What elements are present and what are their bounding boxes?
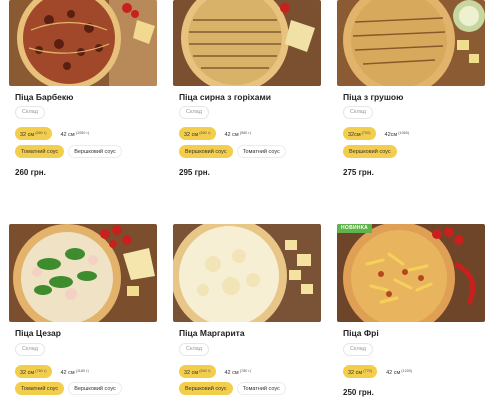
composition-button[interactable]: Склад — [179, 106, 209, 119]
product-price: 275 грн. — [343, 168, 374, 177]
size-selector: 32 см(540 г) 42 см(780 г) — [179, 365, 256, 378]
sauce-option-tomato[interactable]: Томатний соус — [236, 382, 286, 395]
size-option-42[interactable]: 42 см(1050 г) — [56, 127, 95, 140]
sauce-selector: Томатний соус Вершковий соус — [15, 145, 122, 158]
composition-button[interactable]: Склад — [343, 343, 373, 356]
product-photo-cheese-nuts[interactable] — [173, 0, 321, 86]
composition-button[interactable]: Склад — [343, 106, 373, 119]
product-card: Піца Цезар Склад 32 см(760 г) 42 см(1180… — [9, 224, 157, 400]
composition-button[interactable]: Склад — [15, 106, 45, 119]
size-option-42[interactable]: 42см(1060) — [380, 127, 415, 140]
size-option-32[interactable]: 32 см(660 г) — [179, 127, 216, 140]
product-title[interactable]: Піца Цезар — [15, 328, 61, 338]
size-selector: 32 см(660 г) 42 см(1050 г) — [15, 127, 94, 140]
new-badge: НОВИНКА — [337, 224, 373, 233]
product-title[interactable]: Піца сирна з горіхами — [179, 92, 271, 102]
sauce-option-tomato[interactable]: Томатний соус — [15, 145, 65, 158]
size-option-32[interactable]: 32 см(770) — [343, 365, 378, 378]
size-selector: 32см(700) 42см(1060) — [343, 127, 414, 140]
product-title[interactable]: Піца Маргарита — [179, 328, 245, 338]
product-photo-fri[interactable]: НОВИНКА — [337, 224, 485, 322]
product-card: Піца Барбекю Склад 32 см(660 г) 42 см(10… — [9, 0, 157, 190]
size-option-42[interactable]: 42 см(960 г) — [220, 127, 257, 140]
product-card: Піца Маргарита Склад 32 см(540 г) 42 см(… — [173, 224, 321, 400]
composition-button[interactable]: Склад — [179, 343, 209, 356]
product-photo-bbq[interactable] — [9, 0, 157, 86]
product-card: Піца сирна з горіхами Склад 32 см(660 г)… — [173, 0, 321, 190]
sauce-option-cream[interactable]: Вершковий соус — [68, 145, 122, 158]
product-title[interactable]: Піца Фрі — [343, 328, 379, 338]
sauce-option-tomato[interactable]: Томатний соус — [236, 145, 286, 158]
product-card: Піца з грушою Склад 32см(700) 42см(1060)… — [337, 0, 485, 190]
product-price: 260 грн. — [15, 168, 46, 177]
size-selector: 32 см(770) 42 см(1200) — [343, 365, 417, 378]
product-grid: Піца Барбекю Склад 32 см(660 г) 42 см(10… — [0, 0, 495, 400]
sauce-option-cream[interactable]: Вершковий соус — [68, 382, 122, 395]
sauce-selector: Вершковий соус Томатний соус — [179, 382, 286, 395]
product-card: НОВИНКА Піца Фрі Склад 32 см(770) 42 см(… — [337, 224, 485, 400]
size-option-42[interactable]: 42 см(1180 г) — [56, 365, 94, 378]
product-title[interactable]: Піца з грушою — [343, 92, 403, 102]
sauce-option-cream[interactable]: Вершковий соус — [343, 145, 397, 158]
size-option-42[interactable]: 42 см(1200) — [381, 365, 417, 378]
sauce-selector: Вершковий соус — [343, 145, 397, 158]
product-price: 250 грн. — [343, 388, 374, 397]
product-title[interactable]: Піца Барбекю — [15, 92, 73, 102]
product-photo-pear[interactable] — [337, 0, 485, 86]
product-photo-margherita[interactable] — [173, 224, 321, 322]
sauce-option-cream[interactable]: Вершковий соус — [179, 382, 233, 395]
sauce-option-cream[interactable]: Вершковий соус — [179, 145, 233, 158]
size-option-42[interactable]: 42 см(780 г) — [220, 365, 257, 378]
sauce-option-tomato[interactable]: Томатний соус — [15, 382, 65, 395]
size-option-32[interactable]: 32 см(540 г) — [179, 365, 216, 378]
size-selector: 32 см(760 г) 42 см(1180 г) — [15, 365, 94, 378]
size-selector: 32 см(660 г) 42 см(960 г) — [179, 127, 256, 140]
product-price: 295 грн. — [179, 168, 210, 177]
product-photo-caesar[interactable] — [9, 224, 157, 322]
sauce-selector: Томатний соус Вершковий соус — [15, 382, 122, 395]
sauce-selector: Вершковий соус Томатний соус — [179, 145, 286, 158]
composition-button[interactable]: Склад — [15, 343, 45, 356]
size-option-32[interactable]: 32 см(760 г) — [15, 365, 52, 378]
size-option-32[interactable]: 32 см(660 г) — [15, 127, 52, 140]
size-option-32[interactable]: 32см(700) — [343, 127, 376, 140]
